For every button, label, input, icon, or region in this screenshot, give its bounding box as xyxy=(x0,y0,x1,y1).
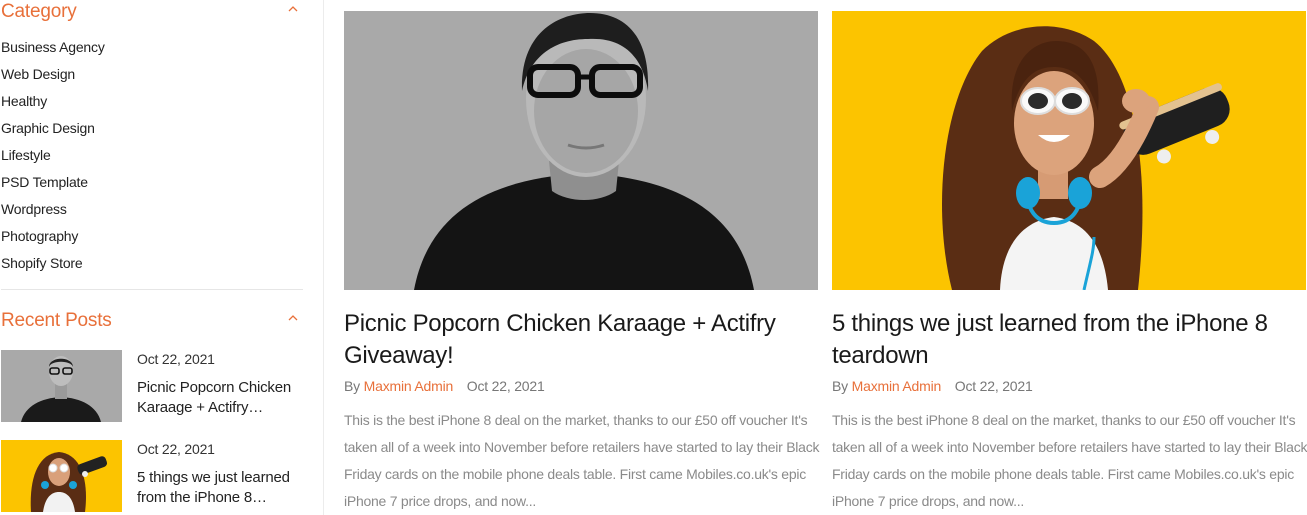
category-widget-header[interactable]: Category xyxy=(1,0,303,24)
post-by-label: By xyxy=(832,378,848,394)
recent-post-title[interactable]: Picnic Popcorn Chicken Karaage + Actifry… xyxy=(137,378,297,418)
category-list: Business Agency Web Design Healthy Graph… xyxy=(1,34,105,277)
category-item[interactable]: PSD Template xyxy=(1,169,105,196)
post-title[interactable]: Picnic Popcorn Chicken Karaage + Actifry… xyxy=(344,308,818,372)
category-item[interactable]: Shopify Store xyxy=(1,250,105,277)
recent-post-item[interactable]: Oct 22, 2021 Picnic Popcorn Chicken Kara… xyxy=(1,350,303,422)
post-date: Oct 22, 2021 xyxy=(954,378,1033,394)
category-item[interactable]: Graphic Design xyxy=(1,115,105,142)
recent-posts-title: Recent Posts xyxy=(1,310,112,331)
post-by-label: By xyxy=(344,378,360,394)
sidebar-divider xyxy=(1,289,303,290)
post-date: Oct 22, 2021 xyxy=(466,378,545,394)
post-featured-image[interactable] xyxy=(832,11,1306,290)
category-item[interactable]: Wordpress xyxy=(1,196,105,223)
post-meta: By Maxmin Admin Oct 22, 2021 xyxy=(344,378,545,394)
post-excerpt: This is the best iPhone 8 deal on the ma… xyxy=(344,412,820,509)
post-excerpt: This is the best iPhone 8 deal on the ma… xyxy=(832,412,1307,509)
category-item[interactable]: Business Agency xyxy=(1,34,105,61)
sidebar: Category Business Agency Web Design Heal… xyxy=(0,0,303,515)
category-item[interactable]: Lifestyle xyxy=(1,142,105,169)
post-meta: By Maxmin Admin Oct 22, 2021 xyxy=(832,378,1033,394)
chevron-up-icon[interactable] xyxy=(286,2,300,16)
post-author-link[interactable]: Maxmin Admin xyxy=(852,378,942,394)
category-item[interactable]: Photography xyxy=(1,223,105,250)
recent-post-date: Oct 22, 2021 xyxy=(137,441,215,457)
chevron-up-icon[interactable] xyxy=(286,311,300,325)
post-title[interactable]: 5 things we just learned from the iPhone… xyxy=(832,308,1306,372)
recent-post-item[interactable]: Oct 22, 2021 5 things we just learned fr… xyxy=(1,440,303,512)
post-featured-image[interactable] xyxy=(344,11,818,290)
category-title: Category xyxy=(1,1,77,22)
category-item[interactable]: Healthy xyxy=(1,88,105,115)
recent-post-date: Oct 22, 2021 xyxy=(137,351,215,367)
column-divider xyxy=(323,0,324,515)
recent-posts-widget-header[interactable]: Recent Posts xyxy=(1,309,303,333)
recent-post-title[interactable]: 5 things we just learned from the iPhone… xyxy=(137,468,297,508)
recent-post-thumbnail[interactable] xyxy=(1,440,122,512)
post-author-link[interactable]: Maxmin Admin xyxy=(364,378,454,394)
recent-post-thumbnail[interactable] xyxy=(1,350,122,422)
category-item[interactable]: Web Design xyxy=(1,61,105,88)
